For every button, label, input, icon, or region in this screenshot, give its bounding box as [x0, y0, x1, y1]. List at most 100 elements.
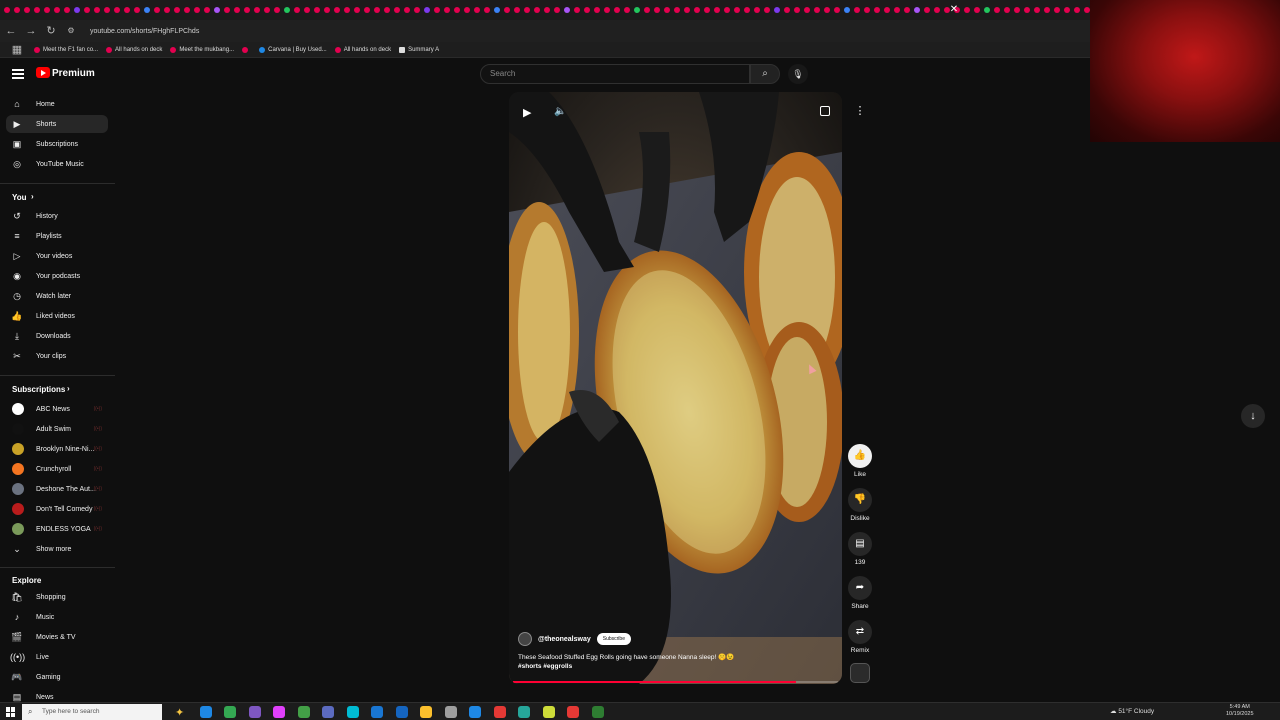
taskbar-app-icon[interactable] — [322, 706, 334, 718]
microphone-icon[interactable]: 🎙 — [788, 64, 808, 84]
shorts-player[interactable]: ▶ 🔈 @theonealsway Subscribe These Seafoo… — [509, 92, 842, 684]
tab-favicon-icon[interactable] — [344, 7, 350, 13]
hamburger-menu-icon[interactable] — [12, 69, 24, 79]
sidebar-item-subscription[interactable]: Crunchyroll ((•)) — [6, 460, 108, 478]
taskbar-app-icon[interactable] — [297, 706, 310, 718]
video-frame[interactable] — [509, 92, 842, 684]
taskbar-app-icon[interactable] — [273, 706, 285, 718]
bookmark-item[interactable]: Summary A — [399, 46, 439, 53]
channel-name[interactable]: @theonealsway — [538, 636, 591, 643]
tab-favicon-icon[interactable] — [534, 7, 540, 13]
tab-favicon-icon[interactable] — [434, 7, 440, 13]
next-short-arrow-icon[interactable]: ↓ — [1241, 404, 1265, 428]
tab-favicon-icon[interactable] — [134, 7, 140, 13]
windows-start-icon[interactable] — [6, 707, 16, 717]
sidebar-item-subscription[interactable]: Adult Swim ((•)) — [6, 420, 108, 438]
copilot-icon[interactable]: ✦ — [175, 706, 187, 719]
tab-favicon-icon[interactable] — [524, 7, 530, 13]
tab-favicon-icon[interactable] — [14, 7, 20, 13]
tab-favicon-icon[interactable] — [834, 7, 840, 13]
tab-favicon-icon[interactable] — [394, 7, 400, 13]
tab-favicon-icon[interactable] — [194, 7, 200, 13]
taskbar-app-icon[interactable] — [444, 706, 457, 718]
volume-icon[interactable]: 🔈 — [554, 106, 566, 117]
taskbar-app-icon[interactable] — [248, 706, 261, 718]
bookmark-item[interactable]: Meet the F1 fan co... — [34, 46, 98, 53]
play-icon[interactable]: ▶ — [523, 106, 531, 119]
tab-favicon-icon[interactable] — [254, 7, 260, 13]
close-tab-icon[interactable]: ✕ — [948, 4, 960, 16]
tab-favicon-icon[interactable] — [314, 7, 320, 13]
sidebar-item[interactable]: ◎ YouTube Music — [6, 155, 108, 173]
tab-favicon-icon[interactable] — [504, 7, 510, 13]
bookmark-item[interactable]: Meet the mukbang... — [170, 46, 234, 53]
tab-favicon-icon[interactable] — [364, 7, 370, 13]
tab-favicon-icon[interactable] — [974, 7, 980, 13]
taskbar-app-icon[interactable] — [420, 706, 432, 718]
tab-favicon-icon[interactable] — [454, 7, 460, 13]
tab-favicon-icon[interactable] — [384, 7, 390, 13]
taskbar-app-icon[interactable] — [567, 706, 579, 718]
tab-favicon-icon[interactable] — [824, 7, 830, 13]
taskbar-app-icon[interactable] — [493, 706, 506, 718]
tab-favicon-icon[interactable] — [844, 7, 850, 13]
taskbar-app-icon[interactable] — [591, 706, 604, 718]
sidebar-item[interactable]: 🎮 Gaming — [6, 668, 108, 686]
channel-avatar[interactable] — [518, 632, 532, 646]
tab-favicon-icon[interactable] — [804, 7, 810, 13]
tab-favicon-icon[interactable] — [1034, 7, 1040, 13]
tab-favicon-icon[interactable] — [694, 7, 700, 13]
tab-favicon-icon[interactable] — [274, 7, 280, 13]
search-input[interactable]: Search — [480, 64, 750, 84]
tab-favicon-icon[interactable] — [174, 7, 180, 13]
tab-favicon-icon[interactable] — [124, 7, 130, 13]
sidebar-item[interactable]: ▶ Shorts — [6, 115, 108, 133]
tab-favicon-icon[interactable] — [1064, 7, 1070, 13]
tab-favicon-icon[interactable] — [644, 7, 650, 13]
tab-favicon-icon[interactable] — [54, 7, 60, 13]
comments-button[interactable]: ▤ 139 — [846, 532, 874, 566]
tab-favicon-icon[interactable] — [424, 7, 430, 13]
tab-favicon-icon[interactable] — [484, 7, 490, 13]
tab-favicon-icon[interactable] — [814, 7, 820, 13]
tab-favicon-icon[interactable] — [444, 7, 450, 13]
tab-favicon-icon[interactable] — [984, 7, 990, 13]
sidebar-item[interactable]: 🎬 Movies & TV — [6, 628, 108, 646]
fullscreen-icon[interactable] — [820, 106, 830, 116]
tab-favicon-icon[interactable] — [624, 7, 630, 13]
sidebar-item-subscription[interactable]: Brooklyn Nine-Ni... ((•)) — [6, 440, 108, 458]
tab-favicon-icon[interactable] — [774, 7, 780, 13]
sidebar-item[interactable]: ▤ News — [6, 688, 108, 702]
tab-favicon-icon[interactable] — [594, 7, 600, 13]
tab-favicon-icon[interactable] — [1054, 7, 1060, 13]
tab-favicon-icon[interactable] — [704, 7, 710, 13]
progress-bar[interactable] — [513, 681, 838, 683]
tab-favicon-icon[interactable] — [924, 7, 930, 13]
tab-favicon-icon[interactable] — [334, 7, 340, 13]
taskbar-app-icon[interactable] — [395, 706, 408, 718]
tab-favicon-icon[interactable] — [224, 7, 230, 13]
tab-favicon-icon[interactable] — [4, 7, 10, 13]
tab-favicon-icon[interactable] — [374, 7, 380, 13]
sidebar-item[interactable]: ♪ Music — [6, 608, 108, 626]
show-more-button[interactable]: ⌄ Show more — [6, 540, 108, 558]
tab-favicon-icon[interactable] — [784, 7, 790, 13]
site-info-icon[interactable]: ⚙ — [62, 22, 80, 40]
more-options-icon[interactable]: ⋮ — [852, 104, 868, 120]
sidebar-item[interactable]: ▷ Your videos — [6, 247, 108, 265]
tab-favicon-icon[interactable] — [64, 7, 70, 13]
tab-favicon-icon[interactable] — [474, 7, 480, 13]
tab-favicon-icon[interactable] — [154, 7, 160, 13]
bookmark-item[interactable]: All hands on deck — [334, 46, 391, 53]
taskbar-app-icon[interactable] — [469, 706, 481, 718]
tab-favicon-icon[interactable] — [244, 7, 250, 13]
tab-favicon-icon[interactable] — [184, 7, 190, 13]
tab-favicon-icon[interactable] — [544, 7, 550, 13]
tab-favicon-icon[interactable] — [514, 7, 520, 13]
sidebar-item-subscription[interactable]: Deshone The Aut... ((•)) — [6, 480, 108, 498]
tab-favicon-icon[interactable] — [794, 7, 800, 13]
youtube-logo-icon[interactable] — [36, 67, 50, 78]
tab-favicon-icon[interactable] — [884, 7, 890, 13]
tab-favicon-icon[interactable] — [754, 7, 760, 13]
tab-favicon-icon[interactable] — [84, 7, 90, 13]
